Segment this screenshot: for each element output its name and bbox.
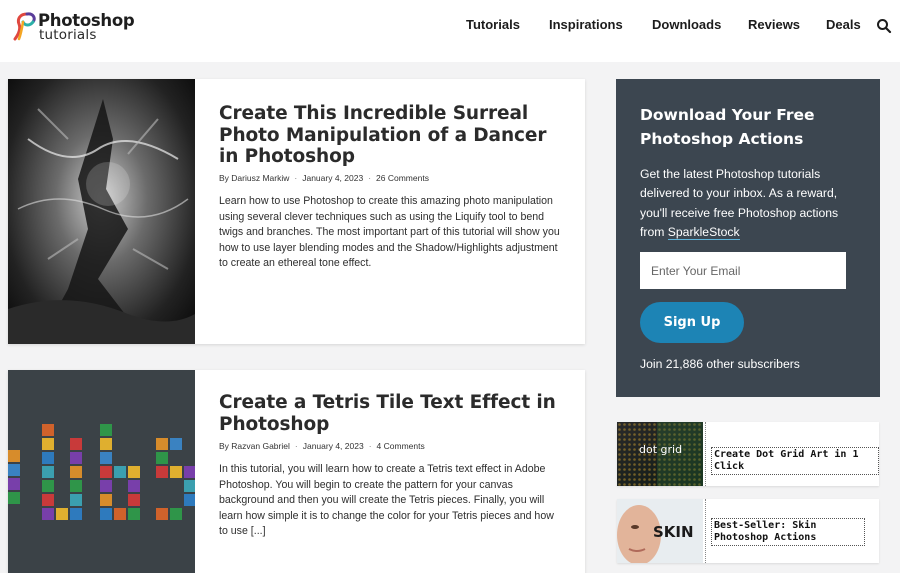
newsletter-widget: Download Your Free Photoshop Actions Get… — [616, 79, 880, 397]
article-card: Create This Incredible Surreal Photo Man… — [8, 79, 585, 344]
nav-deals[interactable]: Deals — [826, 17, 861, 35]
promo-image-text: SKIN — [653, 523, 694, 541]
article-date: January 4, 2023 — [302, 173, 364, 183]
promo-skin-actions[interactable]: SKIN Best-Seller: Skin Photoshop Actions — [617, 499, 879, 563]
article-meta: By Razvan Gabriel · January 4, 2023 · 4 Comm… — [219, 440, 425, 452]
article-meta: By Dariusz Markiw · January 4, 2023 · 26 Com… — [219, 172, 429, 184]
search-icon[interactable] — [876, 18, 892, 34]
logo-subtitle: tutorials — [39, 27, 97, 43]
site-header: Photoshop tutorials Tutorials Inspiratio… — [0, 0, 900, 62]
article-excerpt: In this tutorial, you will learn how to … — [219, 463, 554, 538]
logo-mark-icon — [13, 12, 36, 41]
promo-label[interactable]: Create Dot Grid Art in 1 Click — [711, 447, 879, 475]
article-excerpt: Learn how to use Photoshop to create thi… — [219, 195, 560, 270]
article-card: Create a Tetris Tile Text Effect in Phot… — [8, 370, 585, 573]
nav-inspirations[interactable]: Inspirations — [549, 17, 623, 35]
article-comments[interactable]: 4 Comments — [377, 440, 425, 452]
article-title[interactable]: Create This Incredible Surreal Photo Man… — [219, 103, 565, 168]
article-thumbnail[interactable] — [8, 370, 195, 573]
promo-divider — [705, 422, 706, 486]
article-title[interactable]: Create a Tetris Tile Text Effect in Phot… — [219, 392, 565, 435]
newsletter-description: Get the latest Photoshop tutorials deliv… — [640, 165, 862, 242]
nav-downloads[interactable]: Downloads — [652, 17, 721, 35]
promo-image-text: dot grid — [639, 443, 682, 456]
article-author[interactable]: By Dariusz Markiw — [219, 172, 289, 184]
promo-thumbnail: dot grid — [617, 422, 703, 486]
nav-tutorials[interactable]: Tutorials — [466, 17, 520, 35]
article-comments[interactable]: 26 Comments — [376, 172, 429, 184]
newsletter-title: Download Your Free Photoshop Actions — [640, 106, 815, 148]
promo-thumbnail: SKIN — [617, 499, 703, 563]
article-thumbnail[interactable] — [8, 79, 195, 344]
promo-divider — [705, 499, 706, 563]
sign-up-button[interactable]: Sign Up — [640, 302, 744, 343]
subscriber-count: Join 21,886 other subscribers — [640, 357, 800, 371]
nav-reviews[interactable]: Reviews — [748, 17, 800, 35]
email-input[interactable] — [640, 252, 846, 289]
promo-dot-grid[interactable]: dot grid Create Dot Grid Art in 1 Click — [617, 422, 879, 486]
article-date: January 4, 2023 — [302, 441, 364, 451]
promo-label[interactable]: Best-Seller: Skin Photoshop Actions — [711, 518, 865, 546]
article-author[interactable]: By Razvan Gabriel — [219, 440, 290, 452]
sparklestock-link[interactable]: SparkleStock — [667, 224, 740, 240]
site-logo[interactable]: Photoshop tutorials — [12, 8, 142, 42]
